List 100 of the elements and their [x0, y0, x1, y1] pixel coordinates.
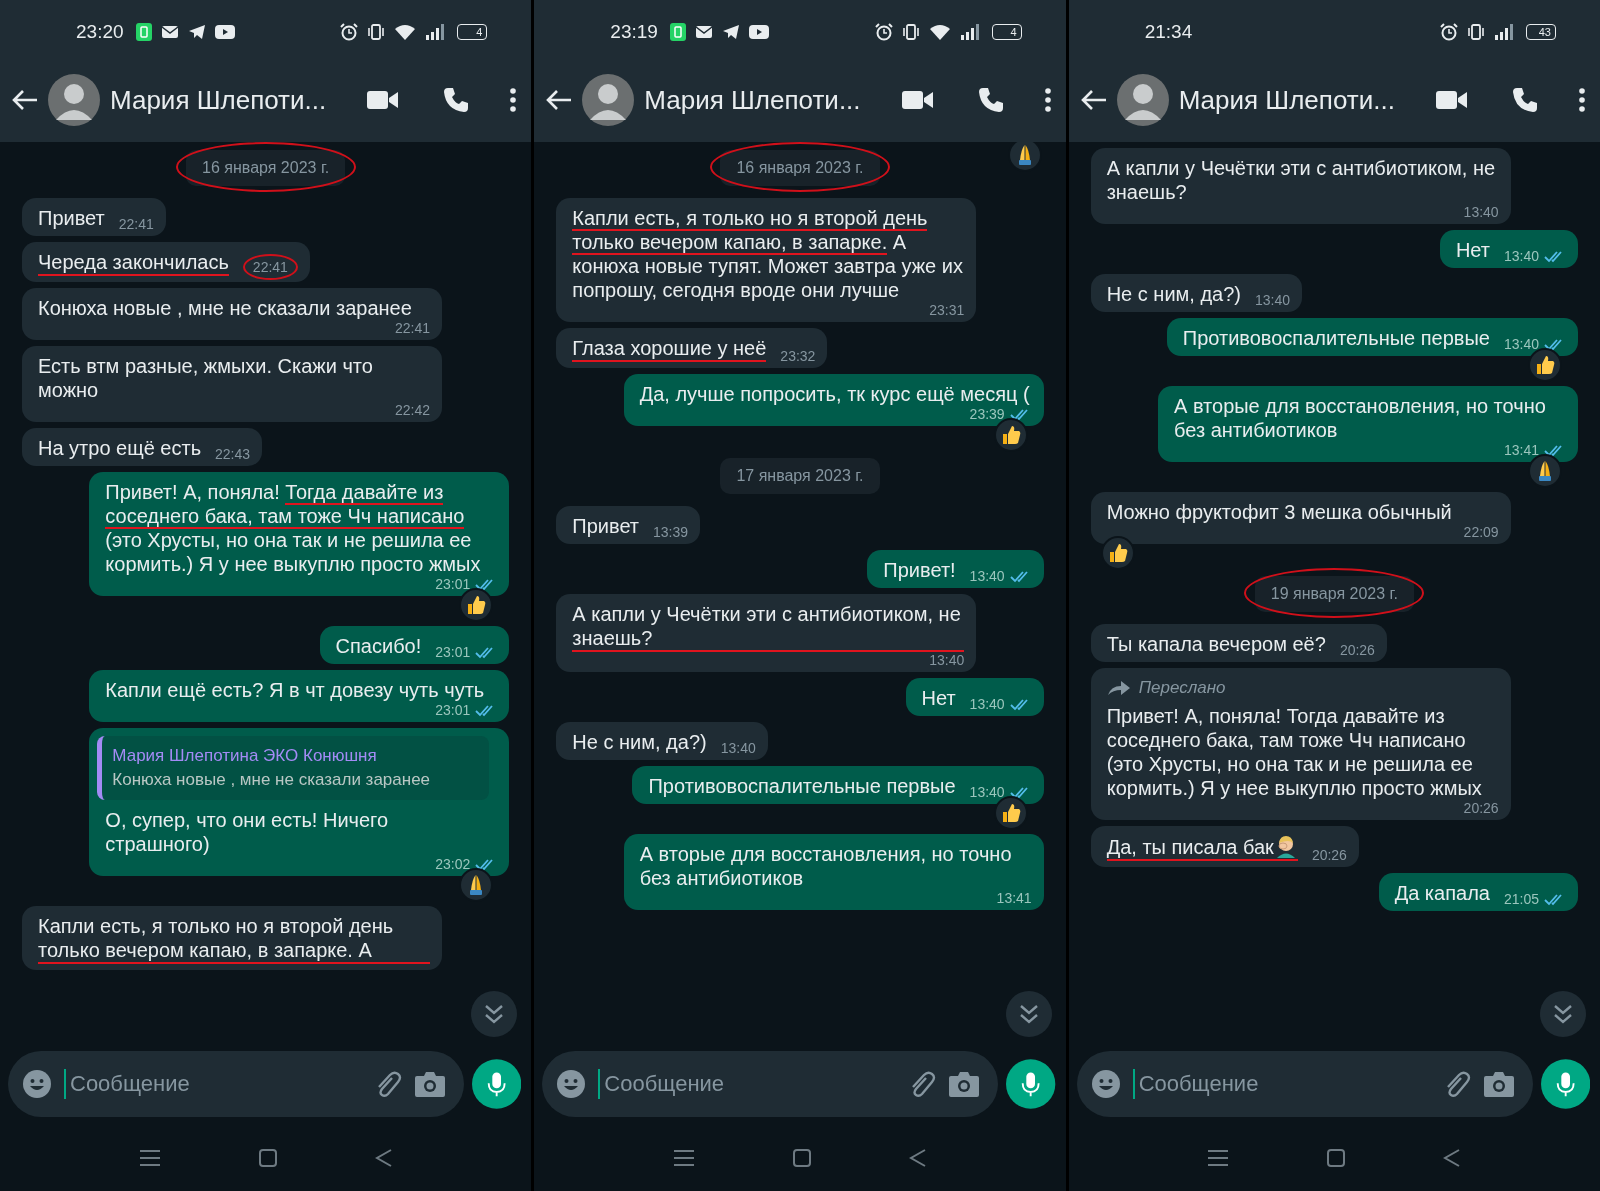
- message-bubble[interactable]: А вторые для восстановления, но точно без антибиотиков 13:41: [1158, 386, 1578, 462]
- home-icon[interactable]: [257, 1148, 278, 1168]
- message-bubble[interactable]: А капли у Чечётки эти с антибиотиком, не знаешь? 13:40: [556, 594, 977, 672]
- avatar[interactable]: [1116, 74, 1169, 126]
- battery-indicator: 4: [457, 24, 488, 40]
- more-options-icon[interactable]: [1043, 87, 1052, 113]
- message-field[interactable]: Сообщение: [602, 1070, 895, 1098]
- message-bubble[interactable]: Спасибо! 23:01: [319, 626, 510, 664]
- home-icon[interactable]: [1326, 1148, 1347, 1168]
- alarm-clock-icon: [340, 23, 359, 41]
- message-field[interactable]: Сообщение: [1136, 1070, 1429, 1098]
- emoji-icon[interactable]: [556, 1069, 587, 1099]
- message-text: О, супер, что они есть! Ничего страшного): [105, 808, 390, 856]
- message-text: Нет: [921, 686, 956, 710]
- message-time: 20:26: [1339, 642, 1375, 658]
- message-bubble[interactable]: Привет! А, поняла! Тогда давайте из соседнего бака, там тоже Чч написано (это Хрусты, но она так и не решила ее кормить.) Я у нее выкуплю просто жмых 23:01: [89, 472, 510, 596]
- contact-name[interactable]: Мария Шлепоти...: [644, 84, 892, 116]
- message-bubble[interactable]: Да, лучше попросить, тк курс ещё месяц ( 23:39: [623, 374, 1044, 426]
- back-arrow-icon[interactable]: [546, 89, 573, 111]
- back-arrow-icon[interactable]: [1080, 89, 1107, 111]
- message-bubble[interactable]: Нет 13:40: [905, 678, 1044, 716]
- message-bubble[interactable]: Противовоспалительные первые 13:40: [1166, 318, 1578, 356]
- emoji-icon[interactable]: [22, 1069, 52, 1099]
- contact-name[interactable]: Мария Шлепоти...: [110, 84, 358, 116]
- message-input[interactable]: Сообщение: [8, 1051, 464, 1117]
- message-text: Можно фруктофит 3 мешка обычный: [1106, 500, 1452, 524]
- message-bubble[interactable]: Да, ты писала бак 20:26: [1090, 826, 1359, 867]
- camera-icon[interactable]: [948, 1070, 981, 1098]
- message-time: 13:40: [1255, 292, 1291, 308]
- signal-icon: [1494, 24, 1514, 40]
- message-bubble[interactable]: Капли ещё есть? Я в чт довезу чуть чуть 23:01: [89, 670, 510, 722]
- message-bubble[interactable]: А капли у Чечётки эти с антибиотиком, не знаешь? 13:40: [1090, 148, 1511, 224]
- message-time: 13:40: [1503, 248, 1539, 264]
- message-input[interactable]: Сообщение: [542, 1051, 999, 1117]
- more-options-icon[interactable]: [1578, 87, 1586, 113]
- back-icon[interactable]: [909, 1148, 928, 1168]
- forward-arrow-icon: [1106, 680, 1131, 696]
- message-time: 23:01: [435, 702, 471, 718]
- message-bubble[interactable]: Капли есть, я только но я второй день только вечером капаю, в запарке. А: [22, 906, 442, 970]
- message-bubble[interactable]: Череда закончилась 22:41: [22, 242, 310, 282]
- message-bubble[interactable]: Переслано Привет! А, поняла! Тогда давайте из соседнего бака, там тоже Чч написано (это Хрусты, но она так и не решила ее кормить.) Я у нее выкуплю просто жмых 20:26: [1090, 668, 1511, 820]
- contact-name[interactable]: Мария Шлепоти...: [1178, 84, 1426, 116]
- back-icon[interactable]: [374, 1148, 393, 1168]
- message-bubble[interactable]: Можно фруктофит 3 мешка обычный 22:09: [1090, 492, 1511, 544]
- more-options-icon[interactable]: [509, 87, 518, 113]
- message-text: Привет!: [883, 558, 956, 582]
- scroll-down-button[interactable]: [1005, 991, 1052, 1037]
- message-time: 13:40: [1503, 336, 1539, 352]
- message-bubble[interactable]: Мария Шлепотина ЭКО Конюшня Конюха новые , мне не сказали заранее О, супер, что они есть! Ничего страшного) 23:02: [89, 728, 510, 876]
- play-icon: [748, 25, 769, 39]
- message-bubble[interactable]: А вторые для восстановления, но точно без антибиотиков 13:41: [623, 834, 1044, 910]
- message-bubble[interactable]: Привет 22:41: [22, 198, 166, 236]
- message-bubble[interactable]: Нет 13:40: [1439, 230, 1578, 268]
- date-label: 16 января 2023 г.: [186, 150, 346, 186]
- recent-apps-icon[interactable]: [138, 1149, 161, 1167]
- emoji-icon[interactable]: [1090, 1069, 1121, 1099]
- vibrate-icon: [1467, 24, 1485, 40]
- avatar[interactable]: [48, 74, 100, 126]
- video-call-icon[interactable]: [901, 89, 934, 111]
- recent-apps-icon[interactable]: [672, 1149, 695, 1167]
- camera-icon[interactable]: [1482, 1070, 1515, 1098]
- message-bubble[interactable]: Ты капала вечером её? 20:26: [1090, 624, 1387, 662]
- message-text: Да, лучше попросить, тк курс ещё месяц (: [639, 382, 1030, 406]
- message-bubble[interactable]: На утро ещё есть 22:43: [22, 428, 263, 466]
- message-bubble[interactable]: Капли есть, я только но я второй день только вечером капаю, в запарке. А конюха новые тупят. Может завтра уже их попрошу, сегодня вроде они лучше 23:31: [556, 198, 977, 322]
- message-time: 22:09: [1463, 524, 1499, 540]
- message-time: 13:40: [1463, 204, 1499, 220]
- back-icon[interactable]: [1443, 1148, 1462, 1168]
- camera-icon[interactable]: [414, 1070, 446, 1098]
- video-call-icon[interactable]: [1436, 89, 1468, 111]
- scroll-down-button[interactable]: [471, 991, 518, 1037]
- message-time: 23:02: [435, 856, 471, 872]
- phone-icon[interactable]: [443, 87, 470, 113]
- message-bubble[interactable]: Есть втм разные, жмыхи. Скажи что можно 22:42: [22, 346, 442, 422]
- vibrate-icon: [367, 24, 386, 40]
- message-text: Противовоспалительные первые: [648, 774, 956, 798]
- message-bubble[interactable]: Не с ним, да?) 13:40: [1090, 274, 1303, 312]
- phone-icon[interactable]: [1512, 87, 1538, 113]
- message-bubble[interactable]: Привет 13:39: [556, 506, 701, 544]
- quoted-message[interactable]: Мария Шлепотина ЭКО Конюшня Конюха новые , мне не сказали заранее: [97, 736, 490, 800]
- message-text: Противовоспалительные первые: [1182, 326, 1490, 350]
- message-input[interactable]: Сообщение: [1076, 1051, 1533, 1117]
- recent-apps-icon[interactable]: [1207, 1149, 1230, 1167]
- phone-icon[interactable]: [977, 87, 1004, 113]
- home-icon[interactable]: [792, 1148, 812, 1168]
- message-bubble[interactable]: Привет! 13:40: [867, 550, 1044, 588]
- back-arrow-icon[interactable]: [12, 89, 38, 111]
- message-field[interactable]: Сообщение: [68, 1070, 360, 1098]
- message-bubble[interactable]: Противовоспалительные первые 13:40: [632, 766, 1044, 804]
- scroll-down-button[interactable]: [1540, 991, 1586, 1037]
- message-bubble[interactable]: Да капала 21:05: [1378, 873, 1578, 911]
- message-text: Ты капала вечером её?: [1106, 632, 1326, 656]
- avatar[interactable]: [582, 74, 635, 126]
- message-bubble[interactable]: Не с ним, да?) 13:40: [556, 722, 768, 760]
- video-call-icon[interactable]: [367, 89, 400, 111]
- quote-author: Мария Шлепотина ЭКО Конюшня: [112, 745, 378, 767]
- message-bubble[interactable]: Конюха новые , мне не сказали заранее 22:41: [22, 288, 442, 340]
- message-bubble[interactable]: Глаза хорошие у неё 23:32: [556, 328, 828, 368]
- message-time: 22:41: [252, 259, 288, 275]
- message-text: Капли есть, я только но я второй день только вечером капаю, в запарке. А конюха новые тупят. Может завтра уже их попрошу, сегодня вроде они лучше: [572, 206, 964, 302]
